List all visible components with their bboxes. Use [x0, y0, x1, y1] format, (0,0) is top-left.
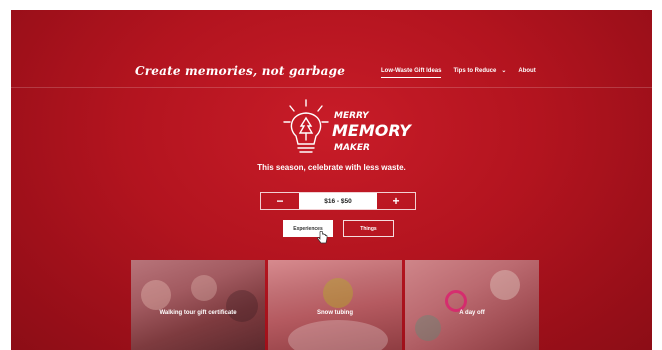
card-snow-tubing[interactable]: Snow tubing — [268, 260, 402, 350]
nav-tips-to-reduce[interactable]: Tips to Reduce ⌄ — [453, 67, 506, 74]
lightbulb-icon — [283, 99, 329, 153]
header-divider — [11, 87, 652, 88]
card-day-off[interactable]: A day off — [405, 260, 539, 350]
filter-things-button[interactable]: Things — [343, 220, 394, 237]
price-range-stepper: − $16 - $50 + — [260, 192, 416, 210]
app-viewport: Create memories, not garbage Low-Waste G… — [11, 10, 652, 350]
main-nav: Low-Waste Gift Ideas Tips to Reduce ⌄ Abo… — [381, 67, 536, 78]
nav-tips-label: Tips to Reduce — [453, 68, 497, 74]
card-label: Snow tubing — [317, 310, 353, 316]
card-walking-tour[interactable]: Walking tour gift certificate — [131, 260, 265, 350]
card-label: Walking tour gift certificate — [159, 310, 237, 316]
nav-about[interactable]: About — [518, 68, 535, 74]
hand-cursor-icon — [317, 231, 328, 244]
chevron-down-icon: ⌄ — [501, 68, 507, 74]
category-filters: Experiences Things — [283, 220, 394, 237]
logo-line-2: MEMORY — [332, 121, 412, 140]
gift-ideas-grid: Walking tour gift certificate Snow tubin… — [131, 260, 539, 350]
site-brand[interactable]: Create memories, not garbage — [135, 64, 345, 78]
card-label: A day off — [459, 310, 485, 316]
price-increment-button[interactable]: + — [377, 193, 415, 209]
price-decrement-button[interactable]: − — [261, 193, 299, 209]
merry-memory-maker-logo: MERRY MEMORY MAKER — [283, 99, 412, 153]
page-tagline: This season, celebrate with less waste. — [257, 163, 406, 172]
price-range-value: $16 - $50 — [299, 193, 377, 209]
logo-line-3: MAKER — [334, 143, 370, 153]
nav-low-waste-gift-ideas[interactable]: Low-Waste Gift Ideas — [381, 68, 442, 78]
logo-line-1: MERRY — [334, 111, 370, 121]
